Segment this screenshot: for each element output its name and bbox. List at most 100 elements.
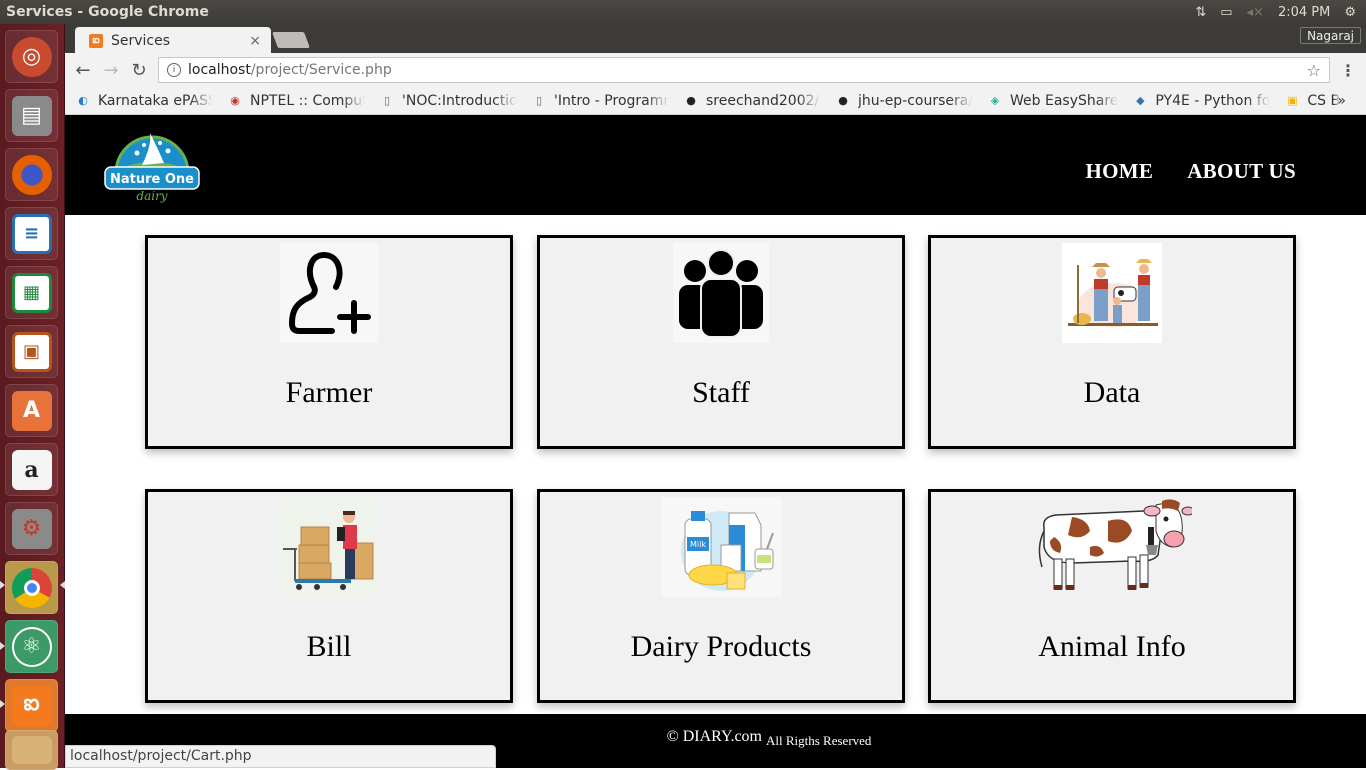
launcher-amazon[interactable]: a (5, 443, 58, 496)
bookmarks-bar: ◐ Karnataka ePASS ◉ NPTEL :: Computer ▯ 'NOC:… (65, 87, 1366, 115)
bookmark-label: jhu-ep-coursera/ (858, 92, 973, 109)
close-tab-icon[interactable]: × (249, 33, 261, 49)
launcher-chrome[interactable] (5, 561, 58, 614)
logo-subtext: dairy (136, 189, 167, 203)
bookmark-item[interactable]: ● jhu-ep-coursera/ (835, 93, 973, 109)
bookmark-item[interactable]: ▣ CS B (1284, 93, 1340, 109)
card-label: Bill (306, 630, 352, 663)
launcher-atom[interactable]: ⚛ (5, 620, 58, 673)
bookmark-label: CS B (1307, 92, 1341, 109)
ubuntu-icon: ◎ (11, 36, 52, 77)
bookmark-label: Web EasyShare (1010, 92, 1119, 109)
card-label: Staff (692, 376, 750, 409)
battery-icon[interactable]: ▭ (1220, 5, 1232, 20)
github-icon: ● (838, 94, 848, 107)
nav-home[interactable]: HOME (1086, 159, 1154, 184)
bookmark-item[interactable]: ● sreechand2002/s (683, 93, 821, 109)
bookmark-item[interactable]: ◉ NPTEL :: Computer (227, 93, 365, 109)
epass-icon: ◐ (78, 94, 88, 107)
bookmark-label: 'Intro - Programming (554, 92, 669, 109)
xampp-icon: ఐ (11, 685, 52, 726)
easyshare-icon: ◈ (990, 94, 1000, 107)
atom-icon: ⚛ (11, 626, 52, 667)
launcher-settings[interactable]: ⚙ (5, 502, 58, 555)
chrome-menu-button[interactable]: ⋮ (1340, 61, 1356, 80)
bookmark-label: PY4E - Python for (1155, 92, 1271, 109)
nature-one-logo[interactable]: Nature One dairy (102, 125, 202, 205)
card-staff[interactable]: Staff (537, 235, 905, 449)
running-indicator (0, 700, 5, 708)
more-bookmarks-button[interactable]: » (1337, 93, 1346, 109)
launcher-files[interactable]: ▤ (5, 89, 58, 142)
page-icon: ▯ (535, 94, 543, 107)
back-button[interactable]: ← (69, 60, 97, 81)
info-icon[interactable]: i (167, 63, 181, 77)
delivery-man-boxes-illustration (280, 497, 378, 597)
bookmark-star-icon[interactable]: ☆ (1307, 61, 1321, 80)
trash-icon (11, 736, 52, 764)
network-icon[interactable]: ⇅ (1195, 5, 1206, 20)
bookmark-label: NPTEL :: Computer (250, 92, 365, 109)
os-top-panel: Services - Google Chrome ⇅ ▭ ◂× 2:04 PM … (0, 0, 1366, 24)
bookmark-item[interactable]: ▯ 'Intro - Programming (531, 93, 669, 109)
browser-toolbar: ← → ↻ i localhost/project/Service.php ☆ … (65, 53, 1366, 87)
card-farmer[interactable]: Farmer (145, 235, 513, 449)
launcher-impress[interactable]: ▣ (5, 325, 58, 378)
site-nav: HOME ABOUT US (1086, 159, 1297, 184)
reload-button[interactable]: ↻ (125, 60, 153, 81)
classroom-icon: ▣ (1287, 94, 1298, 107)
python-icon: ◆ (1136, 94, 1145, 107)
add-user-icon (280, 243, 378, 343)
bookmark-label: 'NOC:Introduction (402, 92, 517, 109)
launcher-trash[interactable] (5, 730, 58, 770)
bookmark-item[interactable]: ◐ Karnataka ePASS (75, 93, 213, 109)
nptel-icon: ◉ (230, 94, 240, 107)
running-indicator (0, 581, 5, 589)
writer-icon: ≡ (11, 213, 52, 254)
bookmark-item[interactable]: ◆ PY4E - Python for (1132, 93, 1270, 109)
launcher-ubuntu-dash[interactable]: ◎ (5, 30, 58, 83)
tab-title: Services (111, 32, 171, 49)
launcher-firefox[interactable] (5, 148, 58, 201)
bookmark-item[interactable]: ▯ 'NOC:Introduction (379, 93, 517, 109)
launcher-xampp[interactable]: ఐ (5, 679, 58, 732)
forward-button[interactable]: → (97, 60, 125, 81)
chrome-icon (11, 567, 52, 608)
group-icon (673, 243, 769, 343)
page-icon: ▯ (383, 94, 391, 107)
address-bar[interactable]: i localhost/project/Service.php ☆ (158, 57, 1330, 83)
profile-button[interactable]: Nagaraj (1300, 27, 1361, 44)
tab-services[interactable]: ఐ Services × (75, 27, 271, 54)
files-icon: ▤ (11, 95, 52, 136)
card-label: Data (1083, 376, 1141, 409)
volume-muted-icon[interactable]: ◂× (1247, 5, 1264, 20)
card-dairy-products[interactable]: Milk Dairy Products (537, 489, 905, 703)
power-icon[interactable]: ⚙ (1344, 5, 1356, 20)
clock[interactable]: 2:04 PM (1278, 5, 1330, 20)
bookmark-item[interactable]: ◈ Web EasyShare (987, 92, 1119, 109)
launcher-software[interactable]: A (5, 384, 58, 437)
browser-window: ఐ Services × Nagaraj ← → ↻ i localhost/p… (65, 24, 1366, 115)
farmer-family-illustration (1062, 243, 1162, 343)
settings-icon: ⚙ (11, 508, 52, 549)
impress-icon: ▣ (11, 331, 52, 372)
site-header: Nature One dairy HOME ABOUT US (65, 115, 1366, 215)
nav-about-us[interactable]: ABOUT US (1187, 159, 1296, 184)
launcher-writer[interactable]: ≡ (5, 207, 58, 260)
bookmark-label: sreechand2002/s (706, 92, 821, 109)
tab-strip: ఐ Services × Nagaraj (65, 24, 1366, 54)
firefox-icon (11, 154, 52, 195)
launcher-calc[interactable]: ▦ (5, 266, 58, 319)
new-tab-button[interactable] (272, 32, 310, 48)
launcher: ◎ ▤ ≡ ▦ ▣ A a ⚙ ⚛ ఐ (0, 24, 65, 770)
software-center-icon: A (11, 390, 52, 431)
logo-text: Nature One (110, 172, 194, 187)
bookmark-label: Karnataka ePASS (98, 92, 213, 109)
web-page: Nature One dairy HOME ABOUT US Farmer St… (65, 115, 1366, 768)
card-label: Dairy Products (630, 630, 812, 663)
card-bill[interactable]: Bill (145, 489, 513, 703)
url-path: /project/Service.php (250, 62, 392, 78)
card-animal-info[interactable]: Animal Info (928, 489, 1296, 703)
window-title: Services - Google Chrome (6, 4, 209, 20)
card-data[interactable]: Data (928, 235, 1296, 449)
